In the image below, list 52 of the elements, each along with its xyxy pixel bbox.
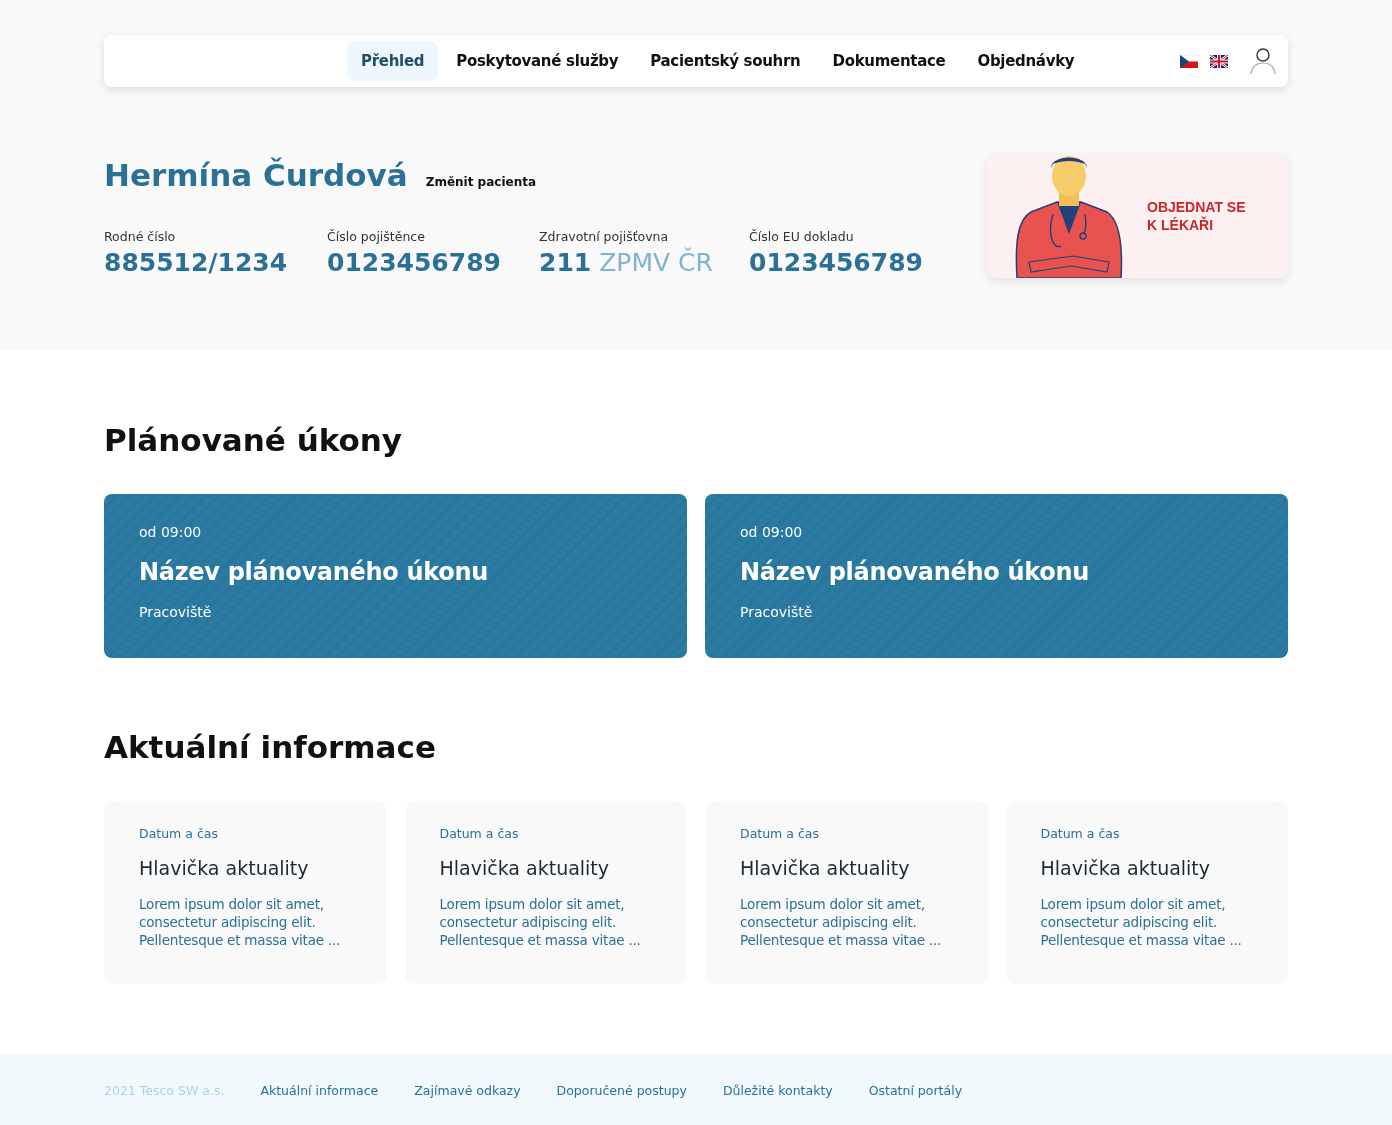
news-card[interactable]: Datum a čas Hlavička aktuality Lorem ipsum dolor sit amet, consectetur adipiscing elit. Pellentesque et massa vitae ... xyxy=(705,801,988,984)
news-headline: Hlavička aktuality xyxy=(1040,857,1212,879)
field-value: 0123456789 xyxy=(327,248,501,277)
field-label: Rodné číslo xyxy=(104,229,177,244)
news-date: Datum a čas xyxy=(1040,826,1121,841)
field-label: Číslo EU dokladu xyxy=(749,229,855,244)
news-headline: Hlavička aktuality xyxy=(439,857,611,879)
nav-tab[interactable]: Poskytované služby xyxy=(442,41,633,81)
footer-link[interactable]: Důležité kontakty xyxy=(722,1082,833,1098)
procedure-place: Pracoviště xyxy=(139,604,213,620)
book-doctor-card[interactable]: OBJEDNAT SE K LÉKAŘI xyxy=(987,154,1288,278)
news-card[interactable]: Datum a čas Hlavička aktuality Lorem ipsum dolor sit amet, consectetur adipiscing elit. Pellentesque et massa vitae ... xyxy=(1005,801,1288,984)
footer-link[interactable]: Zajímavé odkazy xyxy=(414,1082,521,1098)
procedure-time: od 09:00 xyxy=(740,524,804,540)
field-value: 885512/1234 xyxy=(104,248,288,277)
news-excerpt: Lorem ipsum dolor sit amet, consectetur adipiscing elit. Pellentesque et massa vitae ... xyxy=(139,895,342,950)
news-headline: Hlavička aktuality xyxy=(139,857,310,879)
field-value: 211 xyxy=(539,248,592,277)
section-heading: Plánované úkony xyxy=(104,425,404,456)
news-date: Datum a čas xyxy=(139,826,219,841)
procedure-name: Název plánovaného úkonu xyxy=(740,558,1090,586)
footer-link[interactable]: Aktuální informace xyxy=(260,1082,379,1098)
procedure-place: Pracoviště xyxy=(740,604,814,620)
nav-tab[interactable]: Dokumentace xyxy=(818,41,960,81)
news-date: Datum a čas xyxy=(439,826,520,841)
planned-procedure-card[interactable]: od 09:00 Název plánovaného úkonu Pracoviště xyxy=(705,494,1288,658)
news-excerpt: Lorem ipsum dolor sit amet, consectetur adipiscing elit. Pellentesque et massa vitae ... xyxy=(1040,895,1243,950)
nav-tab[interactable]: Přehled xyxy=(347,41,439,81)
news-card[interactable]: Datum a čas Hlavička aktuality Lorem ipsum dolor sit amet, consectetur adipiscing elit. Pellentesque et massa vitae ... xyxy=(404,801,687,984)
user-icon[interactable] xyxy=(1250,47,1276,75)
section-heading: Aktuální informace xyxy=(104,732,437,763)
footer-link[interactable]: Ostatní portály xyxy=(868,1082,963,1098)
field-label: Zdravotní pojišťovna xyxy=(539,229,670,244)
news-card[interactable]: Datum a čas Hlavička aktuality Lorem ipsum dolor sit amet, consectetur adipiscing elit. Pellentesque et massa vitae ... xyxy=(104,801,387,984)
change-patient-link[interactable]: Změnit pacienta xyxy=(425,175,537,189)
news-excerpt: Lorem ipsum dolor sit amet, consectetur adipiscing elit. Pellentesque et massa vitae ... xyxy=(439,895,642,950)
czech-flag-icon[interactable] xyxy=(1180,54,1198,68)
nav-tab[interactable]: Pacientský souhrn xyxy=(636,41,815,81)
nav-tab[interactable]: Objednávky xyxy=(963,41,1089,81)
patient-name: Hermína Čurdová xyxy=(104,157,408,193)
field-label: Číslo pojištěnce xyxy=(327,229,426,244)
footer-link[interactable]: Doporučené postupy xyxy=(556,1082,687,1098)
news-excerpt: Lorem ipsum dolor sit amet, consectetur adipiscing elit. Pellentesque et massa vitae ... xyxy=(740,895,943,950)
copyright-text: 2021 Tesco SW a.s. xyxy=(104,1082,225,1098)
news-date: Datum a čas xyxy=(740,826,820,841)
field-value: 0123456789 xyxy=(749,248,923,277)
procedure-name: Název plánovaného úkonu xyxy=(139,558,489,586)
news-headline: Hlavička aktuality xyxy=(740,857,911,879)
british-flag-icon[interactable] xyxy=(1210,54,1228,68)
procedure-time: od 09:00 xyxy=(139,524,203,540)
planned-procedure-card[interactable]: od 09:00 Název plánovaného úkonu Pracoviště xyxy=(104,494,687,658)
insurer-name: ZPMV ČR xyxy=(599,248,713,277)
